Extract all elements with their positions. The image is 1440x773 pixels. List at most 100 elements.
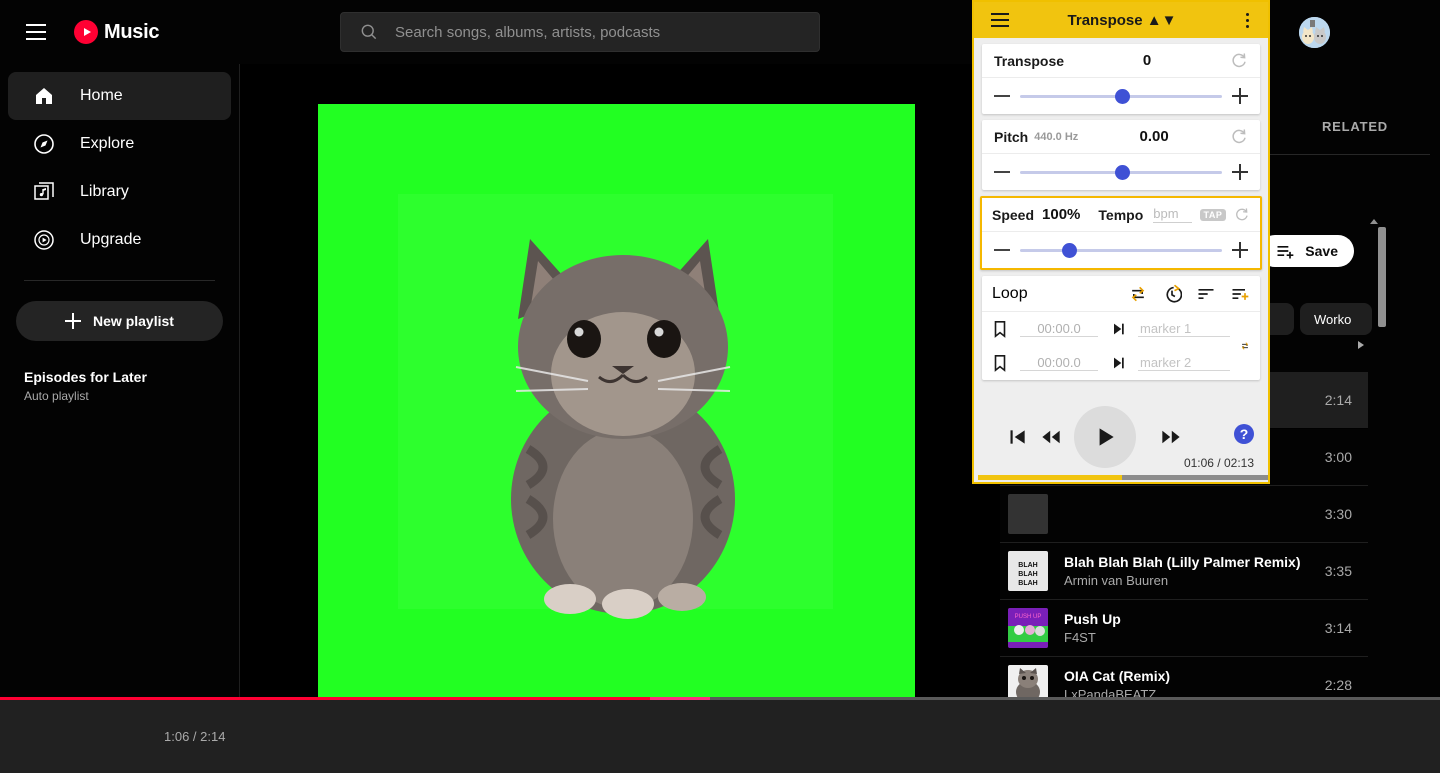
overlay-progress-bar[interactable] xyxy=(978,475,1268,480)
sidebar-divider xyxy=(24,280,215,281)
playlist-add-icon xyxy=(1277,246,1294,259)
transpose-slider-knob[interactable] xyxy=(1114,88,1130,104)
loop-list-add-icon[interactable] xyxy=(1230,284,1250,304)
speed-value: 100% xyxy=(1042,206,1081,223)
loop-toggle-icon[interactable] xyxy=(1240,335,1250,357)
loop-label: Loop xyxy=(992,284,1028,302)
loop-marker-row-2: 00:00.0 marker 2 xyxy=(982,346,1240,380)
chip-workout[interactable]: Worko xyxy=(1300,303,1372,335)
track-duration: 3:00 xyxy=(1324,449,1352,465)
save-button[interactable]: Save xyxy=(1259,235,1354,267)
bookmark-icon[interactable] xyxy=(992,320,1008,338)
player-bar: 1:06 / 2:14 OIIA OIIA (Spinning Cat) W&W… xyxy=(0,697,1440,773)
pitch-decrement-icon[interactable] xyxy=(994,171,1010,173)
speed-decrement-icon[interactable] xyxy=(994,249,1010,251)
loop-card: Loop 00:00.0 marker 1 00:00.0 marker 2 xyxy=(982,276,1260,380)
plus-icon xyxy=(65,313,82,329)
sidebar-item-home[interactable]: Home xyxy=(8,72,231,120)
pitch-increment-icon[interactable] xyxy=(1232,164,1248,180)
speed-slider[interactable] xyxy=(982,232,1260,268)
search-placeholder: Search songs, albums, artists, podcasts xyxy=(395,23,661,41)
loop-end-time[interactable]: 00:00.0 xyxy=(1020,355,1098,371)
brand-logo[interactable]: Music xyxy=(74,20,159,44)
avatar-image xyxy=(1299,17,1330,48)
transpose-slider[interactable] xyxy=(982,78,1260,114)
overlay-menu-icon[interactable] xyxy=(988,8,1012,32)
speed-slider-track[interactable] xyxy=(1020,242,1222,258)
track-title: Push Up xyxy=(1064,611,1121,627)
scroll-up-arrow-icon[interactable] xyxy=(1370,219,1378,224)
svg-text:PUSH UP: PUSH UP xyxy=(1015,614,1042,620)
track-duration: 3:14 xyxy=(1324,620,1352,636)
transpose-overlay: Transpose ▲▼ Transpose 0 Pitch 440.0 Hz … xyxy=(972,0,1270,484)
sidebar-item-label: Upgrade xyxy=(80,231,142,248)
transpose-decrement-icon[interactable] xyxy=(994,95,1010,97)
avatar[interactable] xyxy=(1299,17,1330,48)
tempo-label: Tempo xyxy=(1098,206,1144,223)
help-button[interactable]: ? xyxy=(1234,424,1254,444)
chip-next-arrow-icon[interactable] xyxy=(1358,341,1364,349)
home-icon xyxy=(36,88,52,104)
track-duration: 3:35 xyxy=(1324,563,1352,579)
bpm-input[interactable]: bpm xyxy=(1153,206,1192,223)
pitch-slider-track[interactable] xyxy=(1020,164,1222,180)
loop-repeat-icon[interactable] xyxy=(1128,284,1148,304)
overlay-more-icon[interactable] xyxy=(1232,12,1262,28)
reset-transpose-icon[interactable] xyxy=(1230,52,1248,70)
pitch-card: Pitch 440.0 Hz 0.00 xyxy=(982,120,1260,190)
sidebar-item-library[interactable]: Library xyxy=(8,168,231,216)
tab-related[interactable]: RELATED xyxy=(1322,119,1388,134)
loop-timer-icon[interactable] xyxy=(1162,284,1182,304)
loop-marker-1-input[interactable]: marker 1 xyxy=(1138,321,1230,337)
loop-list-icon[interactable] xyxy=(1196,284,1216,304)
pitch-label: Pitch xyxy=(994,128,1029,145)
sidebar: Home Explore Library Upgrade New playlis… xyxy=(0,64,240,697)
overlay-skip-start-icon[interactable] xyxy=(1008,427,1028,447)
overlay-time: 01:06 / 02:13 xyxy=(1183,456,1254,470)
transpose-increment-icon[interactable] xyxy=(1232,88,1248,104)
video-player[interactable] xyxy=(318,104,915,739)
jump-to-marker-1-icon[interactable] xyxy=(1110,321,1126,337)
transpose-slider-track[interactable] xyxy=(1020,88,1222,104)
pitch-slider[interactable] xyxy=(982,154,1260,190)
bookmark-icon[interactable] xyxy=(992,354,1008,372)
overlay-fast-forward-icon[interactable] xyxy=(1160,427,1182,447)
svg-text:BLAH: BLAH xyxy=(1018,580,1037,587)
sidebar-item-explore[interactable]: Explore xyxy=(8,120,231,168)
pitch-slider-knob[interactable] xyxy=(1114,164,1130,180)
speed-card: Speed 100% Tempo bpm TAP xyxy=(980,196,1262,270)
album-art-pushup: PUSH UP xyxy=(1008,608,1048,648)
upgrade-icon xyxy=(34,230,54,250)
speed-increment-icon[interactable] xyxy=(1232,242,1248,258)
table-row[interactable]: PUSH UP Push Up F4ST 3:14 xyxy=(1000,600,1368,657)
player-progress-bar[interactable] xyxy=(0,697,1440,700)
menu-icon[interactable] xyxy=(16,12,56,52)
sidebar-item-upgrade[interactable]: Upgrade xyxy=(8,216,231,264)
overlay-title: Transpose ▲▼ xyxy=(1067,11,1177,29)
table-row[interactable]: 3:30 xyxy=(1000,486,1368,543)
reset-pitch-icon[interactable] xyxy=(1230,128,1248,146)
overlay-header: Transpose ▲▼ xyxy=(974,2,1268,38)
jump-to-marker-2-icon[interactable] xyxy=(1110,355,1126,371)
search-icon xyxy=(361,24,377,40)
new-playlist-button[interactable]: New playlist xyxy=(16,301,223,341)
scrollbar-thumb[interactable] xyxy=(1378,227,1386,327)
table-row[interactable]: BLAH BLAH BLAH Blah Blah Blah (Lilly Pal… xyxy=(1000,543,1368,600)
overlay-rewind-icon[interactable] xyxy=(1040,427,1062,447)
track-duration: 3:30 xyxy=(1324,506,1352,522)
overlay-play-button[interactable] xyxy=(1074,406,1136,468)
episodes-for-later[interactable]: Episodes for Later Auto playlist xyxy=(24,369,239,403)
transpose-row: Transpose 0 xyxy=(982,44,1260,78)
speed-slider-knob[interactable] xyxy=(1062,242,1078,258)
reset-speed-icon[interactable] xyxy=(1234,206,1250,224)
track-artist: F4ST xyxy=(1064,630,1096,645)
player-time: 1:06 / 2:14 xyxy=(164,729,226,744)
svg-text:BLAH: BLAH xyxy=(1018,562,1037,569)
loop-marker-2-input[interactable]: marker 2 xyxy=(1138,355,1230,371)
search-input[interactable]: Search songs, albums, artists, podcasts xyxy=(340,12,820,52)
tap-button[interactable]: TAP xyxy=(1199,208,1227,221)
player-progress-fill xyxy=(0,697,710,700)
player-progress-head[interactable] xyxy=(650,697,710,700)
spinning-cat-image xyxy=(511,239,735,619)
loop-start-time[interactable]: 00:00.0 xyxy=(1020,321,1098,337)
